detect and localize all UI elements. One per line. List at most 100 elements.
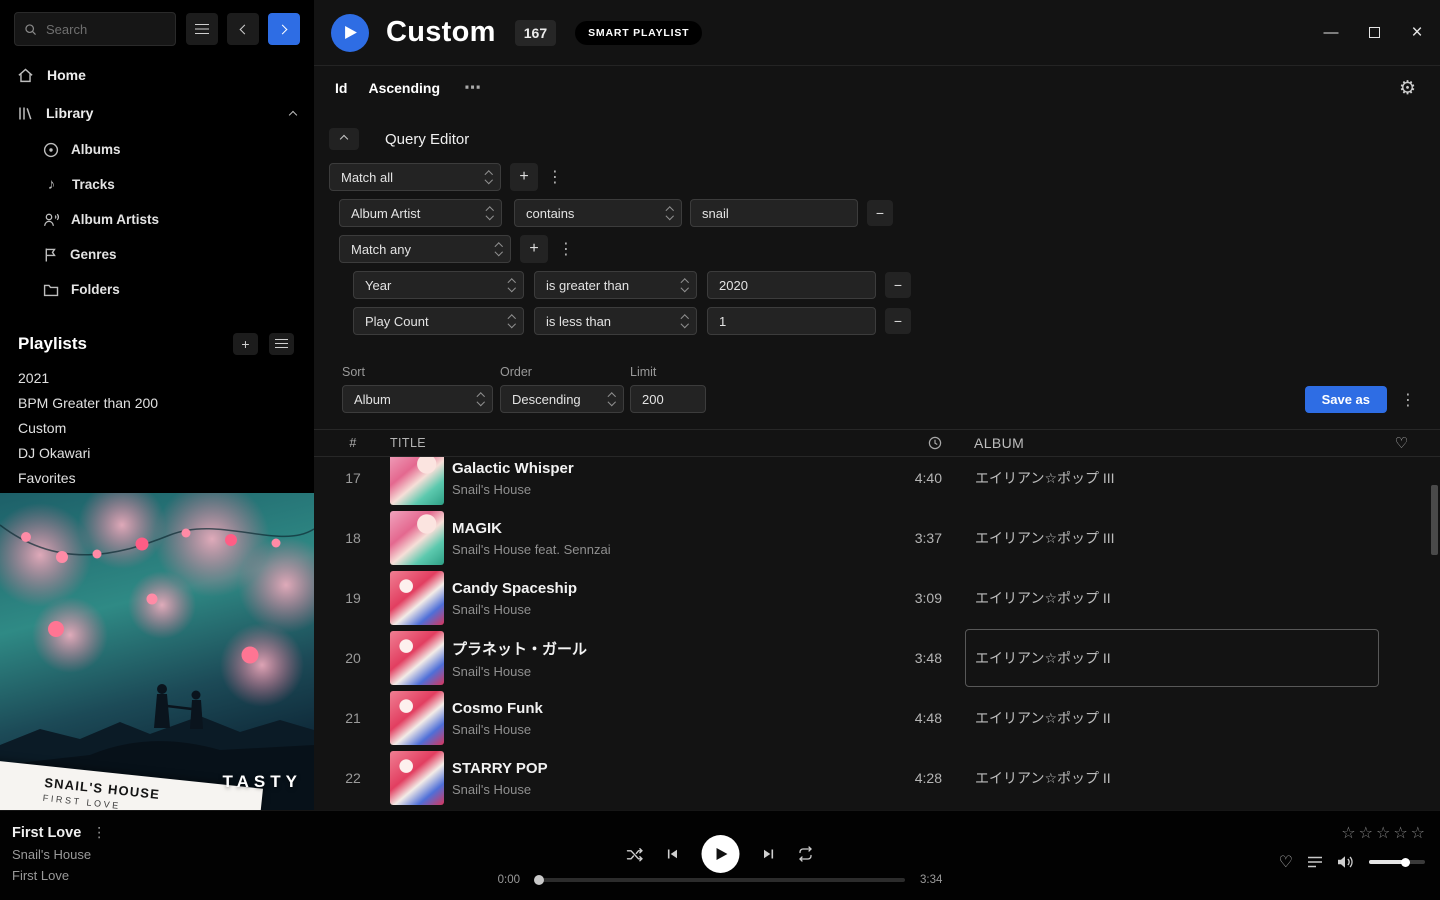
sort-field-button[interactable]: Id — [335, 80, 347, 96]
nav-forward-button[interactable] — [268, 13, 300, 45]
column-favorite[interactable]: ♡ — [1379, 434, 1424, 452]
playlist-item[interactable]: BPM Greater than 200 — [0, 390, 314, 415]
table-row[interactable]: 19 Candy Spaceship Snail's House 3:09 エイ… — [314, 568, 1440, 628]
add-playlist-button[interactable]: + — [233, 333, 258, 355]
settings-gear-button[interactable]: ⚙ — [1399, 77, 1416, 100]
now-playing-cover[interactable]: SNAIL'S HOUSE FIRST LOVE TASTY — [0, 493, 314, 810]
sidebar-item-home[interactable]: Home — [0, 56, 314, 94]
order-select[interactable]: Descending — [500, 385, 624, 413]
library-collapse-button[interactable] — [290, 105, 296, 121]
column-duration[interactable] — [882, 436, 942, 450]
rule-field-select[interactable]: Album Artist — [339, 199, 502, 227]
column-album[interactable]: ALBUM — [965, 435, 1379, 451]
rule-field-select[interactable]: Year — [353, 271, 524, 299]
playlist-menu-button[interactable] — [269, 333, 294, 355]
maximize-button[interactable] — [1366, 27, 1382, 38]
nav-back-button[interactable] — [227, 13, 259, 45]
play-button[interactable] — [702, 835, 740, 873]
search-input[interactable] — [44, 21, 166, 38]
album-art-thumb[interactable] — [390, 691, 444, 745]
seek-bar[interactable] — [535, 878, 905, 882]
track-title[interactable]: MAGIK — [452, 520, 882, 537]
play-playlist-button[interactable] — [331, 14, 369, 52]
album-art-thumb[interactable] — [390, 751, 444, 805]
remove-rule-button[interactable]: − — [885, 308, 911, 334]
volume-slider[interactable] — [1369, 860, 1425, 864]
remove-rule-button[interactable]: − — [885, 272, 911, 298]
add-rule-button[interactable]: + — [510, 163, 538, 191]
shuffle-button[interactable] — [627, 847, 644, 862]
playlist-item[interactable]: 2021 — [0, 365, 314, 390]
repeat-button[interactable] — [798, 846, 814, 862]
sidebar-item-album-artists[interactable]: Album Artists — [0, 202, 314, 237]
volume-handle[interactable] — [1401, 858, 1410, 867]
star-icon[interactable]: ☆ — [1341, 823, 1355, 843]
album-art-thumb[interactable] — [390, 511, 444, 565]
rule-operator-select[interactable]: contains — [514, 199, 682, 227]
rule-operator-select[interactable]: is less than — [534, 307, 697, 335]
group-menu-button[interactable]: ⋮ — [547, 167, 561, 187]
track-artist[interactable]: Snail's House — [452, 782, 882, 797]
track-title[interactable]: Galactic Whisper — [452, 460, 882, 477]
now-playing-artist[interactable]: Snail's House — [12, 847, 106, 862]
seek-handle[interactable] — [534, 875, 544, 885]
menu-button[interactable] — [186, 13, 218, 45]
star-icon[interactable]: ☆ — [1376, 823, 1390, 843]
star-icon[interactable]: ☆ — [1393, 823, 1407, 843]
subgroup-match-select[interactable]: Match any — [339, 235, 511, 263]
save-as-button[interactable]: Save as — [1305, 386, 1387, 413]
track-title[interactable]: プラネット・ガール — [452, 638, 882, 659]
queue-button[interactable] — [1307, 856, 1323, 868]
sort-direction-button[interactable]: Ascending — [368, 80, 440, 96]
now-playing-title[interactable]: First Love — [12, 825, 81, 841]
track-artist[interactable]: Snail's House — [452, 664, 882, 679]
match-select[interactable]: Match all — [329, 163, 501, 191]
track-artist[interactable]: Snail's House — [452, 722, 882, 737]
column-number[interactable]: # — [328, 436, 378, 450]
sidebar-item-albums[interactable]: Albums — [0, 132, 314, 167]
sort-select[interactable]: Album — [342, 385, 493, 413]
track-album-cell[interactable]: エイリアン☆ポップ II — [965, 629, 1379, 687]
sort-more-button[interactable]: ⋯ — [464, 78, 481, 98]
rule-value-input[interactable] — [707, 271, 876, 299]
add-subrule-button[interactable]: + — [520, 235, 548, 263]
track-album-cell[interactable]: エイリアン☆ポップ III — [965, 509, 1379, 567]
volume-button[interactable] — [1337, 855, 1355, 869]
previous-button[interactable] — [666, 847, 680, 861]
track-artist[interactable]: Snail's House — [452, 482, 882, 497]
rule-operator-select[interactable]: is greater than — [534, 271, 697, 299]
rule-value-input[interactable] — [690, 199, 858, 227]
table-row[interactable]: 20 プラネット・ガール Snail's House 3:48 エイリアン☆ポッ… — [314, 628, 1440, 688]
sidebar-item-library[interactable]: Library — [0, 94, 314, 132]
track-title[interactable]: STARRY POP — [452, 760, 882, 777]
minimize-button[interactable]: — — [1323, 24, 1339, 41]
sidebar-item-tracks[interactable]: ♪ Tracks — [0, 167, 314, 202]
star-icon[interactable]: ☆ — [1359, 823, 1373, 843]
favorite-button[interactable]: ♡ — [1279, 852, 1293, 872]
track-album-cell[interactable]: エイリアン☆ポップ II — [965, 749, 1379, 807]
track-menu-button[interactable]: ⋮ — [92, 824, 106, 841]
table-row[interactable]: 22 STARRY POP Snail's House 4:28 エイリアン☆ポ… — [314, 748, 1440, 808]
playlist-item[interactable]: DJ Okawari — [0, 440, 314, 465]
sidebar-item-genres[interactable]: Genres — [0, 237, 314, 272]
album-art-thumb[interactable] — [390, 571, 444, 625]
remove-rule-button[interactable]: − — [867, 200, 893, 226]
table-row[interactable]: 21 Cosmo Funk Snail's House 4:48 エイリアン☆ポ… — [314, 688, 1440, 748]
track-title[interactable]: Candy Spaceship — [452, 580, 882, 597]
search-box[interactable] — [14, 12, 176, 46]
sidebar-item-folders[interactable]: Folders — [0, 272, 314, 307]
column-title[interactable]: TITLE — [378, 436, 882, 450]
track-artist[interactable]: Snail's House feat. Sennzai — [452, 542, 882, 557]
table-row[interactable]: 17 Galactic Whisper Snail's House 4:40 エ… — [314, 457, 1440, 508]
limit-input[interactable] — [630, 385, 706, 413]
album-art-thumb[interactable] — [390, 631, 444, 685]
subgroup-menu-button[interactable]: ⋮ — [558, 239, 572, 259]
star-icon[interactable]: ☆ — [1411, 823, 1425, 843]
track-artist[interactable]: Snail's House — [452, 602, 882, 617]
close-button[interactable]: × — [1409, 22, 1425, 44]
now-playing-album[interactable]: First Love — [12, 868, 106, 883]
track-title[interactable]: Cosmo Funk — [452, 700, 882, 717]
playlist-item[interactable]: Favorites — [0, 465, 314, 490]
track-album-cell[interactable]: エイリアン☆ポップ III — [965, 457, 1379, 507]
playlist-item[interactable]: Custom — [0, 415, 314, 440]
